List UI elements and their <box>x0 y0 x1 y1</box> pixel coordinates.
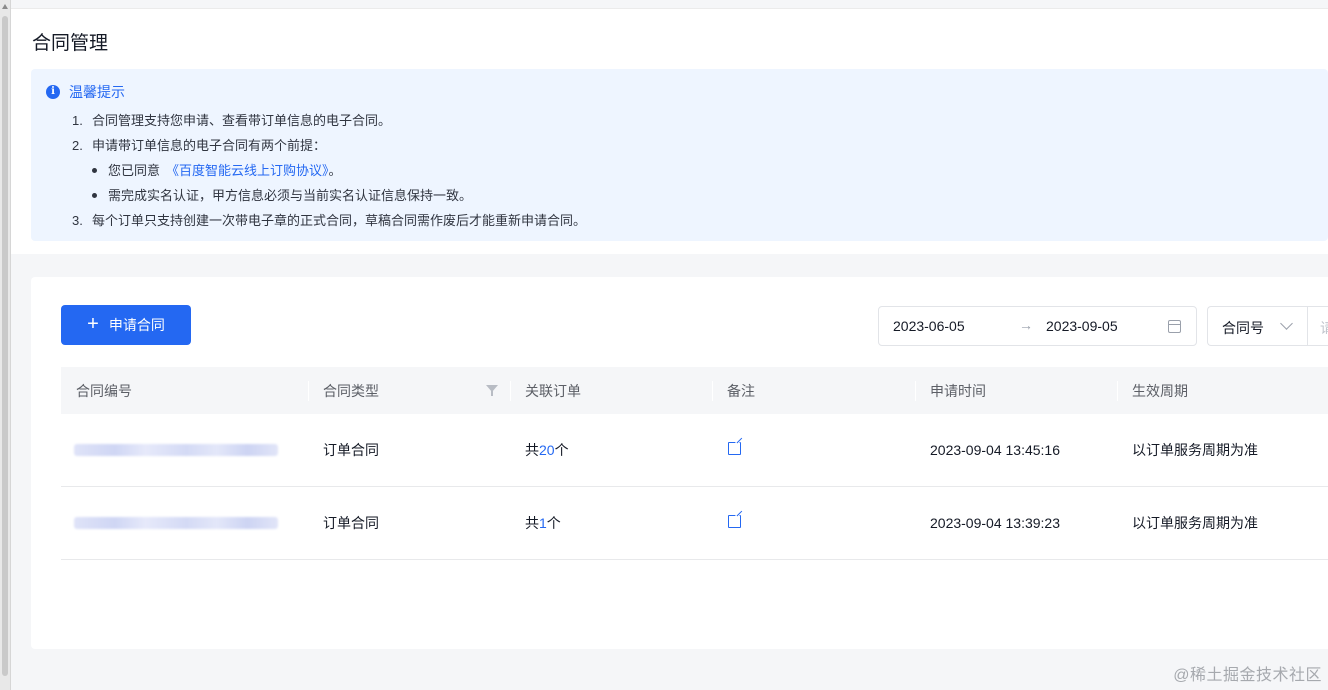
column-header-contract-type: 合同类型 <box>308 367 510 414</box>
tips-panel: i 温馨提示 1. 合同管理支持您申请、查看带订单信息的电子合同。 2. 申请带订单… <box>31 69 1328 241</box>
calendar-icon[interactable] <box>1168 320 1181 333</box>
apply-contract-button[interactable]: + 申请合同 <box>61 305 191 345</box>
contract-no-blurred[interactable] <box>74 444 278 456</box>
page-title: 合同管理 <box>32 33 109 54</box>
header-card: 合同管理 i 温馨提示 1. 合同管理支持您申请、查看带订单信息的电子合同。 2.… <box>11 8 1328 254</box>
contract-type-cell: 订单合同 <box>323 442 379 458</box>
tips-header: i 温馨提示 <box>46 82 125 102</box>
order-prefix: 共 <box>525 442 539 458</box>
table-row: 订单合同 共 20 个 2023-09-04 13:45:16 以订单服务周期为准 <box>61 414 1328 487</box>
edit-icon[interactable] <box>728 441 741 455</box>
tips-item-2: 2. 申请带订单信息的电子合同有两个前提： <box>72 135 326 154</box>
tips-item-1: 1. 合同管理支持您申请、查看带订单信息的电子合同。 <box>72 110 391 129</box>
contract-table: 合同编号 合同类型 关联订单 备注 申请时间 生效周期 订单合同 共 20 个 20… <box>61 367 1328 560</box>
remark-cell <box>712 414 915 486</box>
related-order-cell: 共 20 个 <box>510 414 712 486</box>
order-count-link[interactable]: 1 <box>539 515 547 531</box>
order-count-link[interactable]: 20 <box>539 442 555 458</box>
agreement-link[interactable]: 《百度智能云线上订购协议》 <box>166 163 329 178</box>
effective-period-cell: 以订单服务周期为准 <box>1132 515 1258 531</box>
tips-item-number: 2. <box>72 138 83 153</box>
tips-bullet-suffix: 。 <box>328 163 342 178</box>
column-header-remark: 备注 <box>712 367 915 414</box>
tips-item-text: 合同管理支持您申请、查看带订单信息的电子合同。 <box>92 113 392 128</box>
remark-cell <box>712 487 915 559</box>
table-row: 订单合同 共1个 2023-09-04 13:39:23 以订单服务周期为准 <box>61 487 1328 560</box>
column-header-label: 合同类型 <box>323 382 379 399</box>
plus-icon: + <box>87 313 99 335</box>
order-suffix: 个 <box>546 515 561 531</box>
date-separator-arrow-icon: → <box>1019 317 1033 333</box>
tips-item-3: 3. 每个订单只支持创建一次带电子章的正式合同，草稿合同需作废后才能重新申请合同。 <box>72 210 586 229</box>
tips-title: 温馨提示 <box>69 84 125 100</box>
page: 合同管理 i 温馨提示 1. 合同管理支持您申请、查看带订单信息的电子合同。 2.… <box>0 0 1328 690</box>
contract-no-blurred[interactable] <box>74 517 278 529</box>
tips-item-number: 3. <box>72 213 83 228</box>
table-header: 合同编号 合同类型 关联订单 备注 申请时间 生效周期 <box>61 367 1328 414</box>
column-header-effective-period: 生效周期 <box>1117 367 1328 414</box>
column-header-apply-time: 申请时间 <box>915 367 1117 414</box>
tips-bullet-prefix: 您已同意 <box>108 163 161 178</box>
contract-no-cell[interactable] <box>61 414 308 486</box>
order-suffix: 个 <box>554 442 569 458</box>
contract-no-cell[interactable] <box>61 487 308 559</box>
column-header-related-order: 关联订单 <box>510 367 712 414</box>
contract-list-card: + 申请合同 2023-06-05 → 2023-09-05 合同号 请 合同编… <box>31 277 1328 649</box>
edit-icon[interactable] <box>728 514 741 528</box>
tips-item-text: 申请带订单信息的电子合同有两个前提： <box>92 138 327 153</box>
effective-period-cell: 以订单服务周期为准 <box>1132 442 1258 458</box>
tips-bullet-text: 需完成实名认证，甲方信息必须与当前实名认证信息保持一致。 <box>108 188 473 203</box>
apply-time-cell: 2023-09-04 13:45:16 <box>930 442 1060 458</box>
related-order-cell: 共1个 <box>510 487 712 559</box>
tips-bullet-1: 您已同意 《百度智能云线上订购协议》。 <box>92 160 342 179</box>
order-prefix: 共 <box>525 515 539 531</box>
select-divider <box>1307 307 1308 345</box>
contract-type-cell: 订单合同 <box>323 515 379 531</box>
search-field-select[interactable]: 合同号 请 <box>1207 306 1328 346</box>
date-end[interactable]: 2023-09-05 <box>1046 318 1118 334</box>
info-icon: i <box>46 85 60 99</box>
search-input[interactable]: 请 <box>1320 318 1328 338</box>
bullet-dot <box>92 168 97 174</box>
left-scrollbar[interactable] <box>0 0 11 690</box>
watermark: @稀土掘金技术社区 <box>1173 667 1322 684</box>
scroll-up-arrow-icon[interactable] <box>2 4 8 9</box>
apply-time-cell: 2023-09-04 13:39:23 <box>930 515 1060 531</box>
tips-item-number: 1. <box>72 113 83 128</box>
apply-contract-label: 申请合同 <box>108 317 165 333</box>
tips-item-text: 每个订单只支持创建一次带电子章的正式合同，草稿合同需作废后才能重新申请合同。 <box>92 213 587 228</box>
tips-bullet-2: 需完成实名认证，甲方信息必须与当前实名认证信息保持一致。 <box>92 185 472 204</box>
search-field-label: 合同号 <box>1222 320 1264 336</box>
bullet-dot <box>92 193 97 199</box>
column-header-contract-no: 合同编号 <box>76 382 132 399</box>
date-range-picker[interactable]: 2023-06-05 → 2023-09-05 <box>878 306 1197 346</box>
date-start[interactable]: 2023-06-05 <box>893 318 965 334</box>
chevron-down-icon[interactable] <box>1280 317 1293 330</box>
scrollbar-thumb[interactable] <box>2 16 8 676</box>
filter-icon[interactable] <box>486 385 498 396</box>
